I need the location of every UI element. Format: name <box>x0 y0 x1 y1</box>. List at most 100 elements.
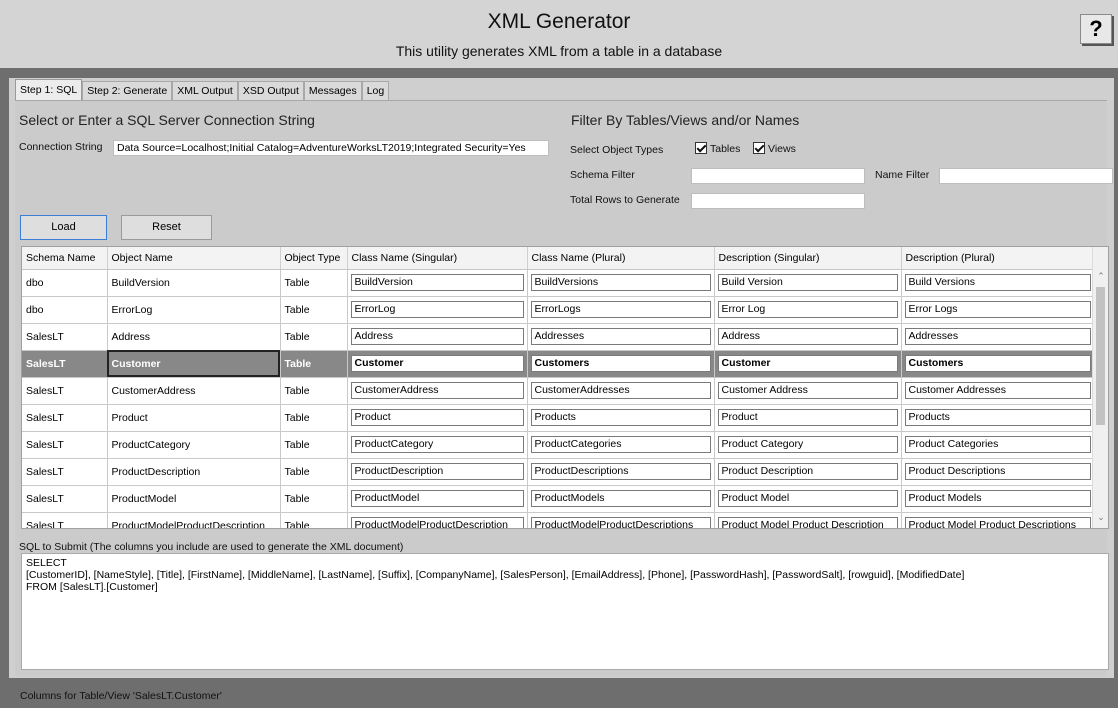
table-row[interactable]: dbo ErrorLog Table ErrorLog ErrorLogs Error L… <box>22 296 1095 324</box>
column-header[interactable]: Object Name <box>107 247 281 270</box>
tab-xsd-output[interactable]: XSD Output <box>237 81 304 101</box>
class-plural-input[interactable]: ErrorLogs <box>527 296 715 324</box>
description-singular-input[interactable]: Customer Address <box>714 377 902 405</box>
cell-textbox[interactable]: Customer <box>717 355 898 372</box>
column-header[interactable]: Schema Name <box>22 247 108 270</box>
cell-textbox[interactable]: Products <box>530 409 711 426</box>
cell-textbox[interactable]: Build Versions <box>904 274 1091 291</box>
description-plural-input[interactable]: Customer Addresses <box>901 377 1095 405</box>
class-singular-input[interactable]: Address <box>347 323 528 351</box>
cell-textbox[interactable]: Address <box>717 328 898 345</box>
cell-textbox[interactable]: Products <box>904 409 1091 426</box>
tab-messages[interactable]: Messages <box>303 81 362 101</box>
class-singular-input[interactable]: CustomerAddress <box>347 377 528 405</box>
scroll-thumb[interactable] <box>1096 287 1105 425</box>
table-row[interactable]: SalesLT Address Table Address Addresses Addre… <box>22 323 1095 351</box>
tab-xml-output[interactable]: XML Output <box>172 81 238 101</box>
description-singular-input[interactable]: Build Version <box>714 269 902 297</box>
cell-textbox[interactable]: ProductModelProductDescriptions <box>530 517 711 528</box>
description-singular-input[interactable]: Product Model Product Description <box>714 512 902 528</box>
tab-step1-sql[interactable]: Step 1: SQL <box>15 79 83 101</box>
class-singular-input[interactable]: ErrorLog <box>347 296 528 324</box>
cell-textbox[interactable]: Product Model Product Descriptions <box>904 517 1091 528</box>
table-row[interactable]: SalesLT ProductDescription Table ProductDes… <box>22 458 1095 486</box>
cell-textbox[interactable]: Addresses <box>530 328 711 345</box>
cell-textbox[interactable]: Product <box>717 409 898 426</box>
cell-textbox[interactable]: Product Category <box>717 436 898 453</box>
class-singular-input[interactable]: Product <box>347 404 528 432</box>
description-plural-input[interactable]: Product Categories <box>901 431 1095 459</box>
description-plural-input[interactable]: Addresses <box>901 323 1095 351</box>
cell-textbox[interactable]: ProductModels <box>530 490 711 507</box>
column-header[interactable]: Description (Plural) <box>901 247 1095 270</box>
description-singular-input[interactable]: Address <box>714 323 902 351</box>
cell-textbox[interactable]: Addresses <box>904 328 1091 345</box>
cell-textbox[interactable]: ProductCategories <box>530 436 711 453</box>
cell-textbox[interactable]: Customer Address <box>717 382 898 399</box>
class-plural-input[interactable]: ProductModels <box>527 485 715 513</box>
cell-textbox[interactable]: Product <box>350 409 524 426</box>
cell-textbox[interactable]: Customer Addresses <box>904 382 1091 399</box>
column-header[interactable]: Class Name (Singular) <box>347 247 528 270</box>
cell-textbox[interactable]: Error Log <box>717 301 898 318</box>
name-filter-input[interactable] <box>939 168 1113 184</box>
class-plural-input[interactable]: Products <box>527 404 715 432</box>
class-singular-input[interactable]: ProductModel <box>347 485 528 513</box>
cell-textbox[interactable]: Address <box>350 328 524 345</box>
cell-textbox[interactable]: ProductModelProductDescription <box>350 517 524 528</box>
class-plural-input[interactable]: BuildVersions <box>527 269 715 297</box>
cell-textbox[interactable]: ProductCategory <box>350 436 524 453</box>
class-plural-input[interactable]: CustomerAddresses <box>527 377 715 405</box>
description-plural-input[interactable]: Product Models <box>901 485 1095 513</box>
description-plural-input[interactable]: Product Model Product Descriptions <box>901 512 1095 528</box>
cell-textbox[interactable]: BuildVersion <box>350 274 524 291</box>
cell-textbox[interactable]: CustomerAddress <box>350 382 524 399</box>
class-plural-input[interactable]: Customers <box>527 350 715 378</box>
description-singular-input[interactable]: Product <box>714 404 902 432</box>
table-row[interactable]: dbo BuildVersion Table BuildVersion BuildVer… <box>22 269 1095 297</box>
cell-textbox[interactable]: Build Version <box>717 274 898 291</box>
sql-textarea[interactable]: SELECT [CustomerID], [NameStyle], [Title… <box>21 553 1109 670</box>
grid-vertical-scrollbar[interactable]: ⌃ ⌄ <box>1092 247 1108 528</box>
description-plural-input[interactable]: Error Logs <box>901 296 1095 324</box>
description-plural-input[interactable]: Product Descriptions <box>901 458 1095 486</box>
table-row[interactable]: SalesLT ProductModelProductDescription Tab… <box>22 512 1095 528</box>
connection-string-input[interactable]: Data Source=Localhost;Initial Catalog=Ad… <box>113 140 549 156</box>
cell-textbox[interactable]: Customers <box>904 355 1091 372</box>
description-singular-input[interactable]: Error Log <box>714 296 902 324</box>
table-row[interactable]: SalesLT Product Table Product Products Produc… <box>22 404 1095 432</box>
reset-button[interactable]: Reset <box>121 215 212 240</box>
cell-textbox[interactable]: Product Description <box>717 463 898 480</box>
cell-textbox[interactable]: ErrorLogs <box>530 301 711 318</box>
class-plural-input[interactable]: ProductModelProductDescriptions <box>527 512 715 528</box>
column-header[interactable]: Class Name (Plural) <box>527 247 715 270</box>
class-plural-input[interactable]: Addresses <box>527 323 715 351</box>
description-plural-input[interactable]: Products <box>901 404 1095 432</box>
scroll-down-icon[interactable]: ⌄ <box>1093 512 1108 523</box>
table-row[interactable]: SalesLT Customer Table Customer Customers Cus… <box>22 350 1095 378</box>
column-header[interactable]: Object Type <box>280 247 348 270</box>
help-button[interactable]: ? <box>1080 14 1112 44</box>
class-singular-input[interactable]: ProductCategory <box>347 431 528 459</box>
tab-log[interactable]: Log <box>361 81 390 101</box>
description-plural-input[interactable]: Customers <box>901 350 1095 378</box>
load-button[interactable]: Load <box>20 215 107 240</box>
scroll-up-icon[interactable]: ⌃ <box>1093 271 1108 282</box>
description-singular-input[interactable]: Customer <box>714 350 902 378</box>
cell-textbox[interactable]: BuildVersions <box>530 274 711 291</box>
cell-textbox[interactable]: Product Model <box>717 490 898 507</box>
cell-textbox[interactable]: CustomerAddresses <box>530 382 711 399</box>
cell-textbox[interactable]: Product Categories <box>904 436 1091 453</box>
cell-textbox[interactable]: Product Descriptions <box>904 463 1091 480</box>
cell-textbox[interactable]: Customers <box>530 355 711 372</box>
cell-textbox[interactable]: ProductModel <box>350 490 524 507</box>
cell-textbox[interactable]: ProductDescription <box>350 463 524 480</box>
table-row[interactable]: SalesLT CustomerAddress Table CustomerAddre… <box>22 377 1095 405</box>
description-singular-input[interactable]: Product Description <box>714 458 902 486</box>
tab-step2-generate[interactable]: Step 2: Generate <box>82 81 173 101</box>
description-singular-input[interactable]: Product Category <box>714 431 902 459</box>
class-singular-input[interactable]: BuildVersion <box>347 269 528 297</box>
class-singular-input[interactable]: Customer <box>347 350 528 378</box>
class-plural-input[interactable]: ProductCategories <box>527 431 715 459</box>
column-header[interactable]: Description (Singular) <box>714 247 902 270</box>
